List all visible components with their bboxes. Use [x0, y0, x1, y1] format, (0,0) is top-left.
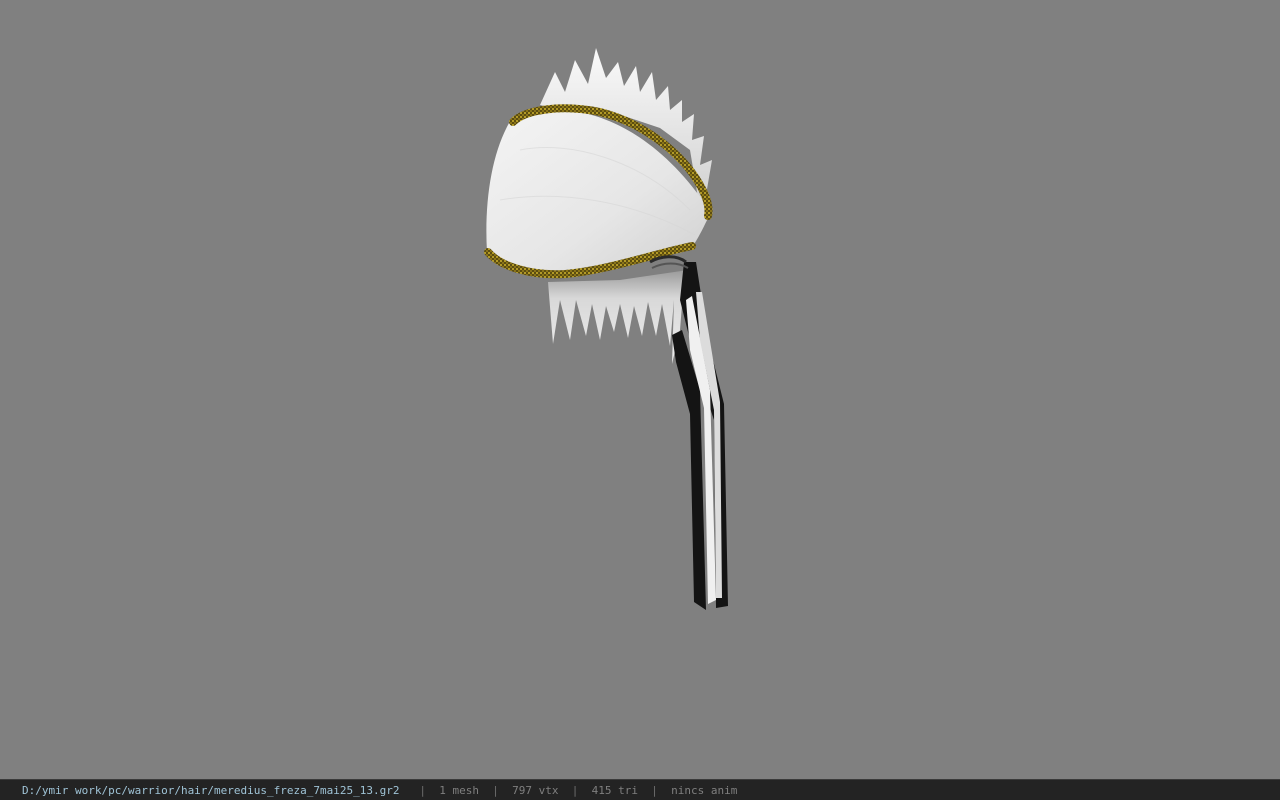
animation-info: nincs anim [671, 783, 738, 797]
status-bar: D:/ymir work/pc/warrior/hair/meredius_fr… [0, 779, 1280, 800]
hair-bangs [548, 270, 688, 364]
status-separator: | [571, 783, 579, 797]
model-render[interactable] [0, 0, 1280, 779]
status-separator: | [419, 783, 426, 797]
status-separator: | [492, 783, 499, 797]
file-path: D:/ymir work/pc/warrior/hair/meredius_fr… [22, 783, 400, 797]
status-separator: | [651, 783, 658, 797]
triangle-count: 415 tri [591, 783, 638, 797]
3d-viewport[interactable] [0, 0, 1280, 779]
vertex-count: 797 vtx [512, 783, 559, 797]
mesh-count: 1 mesh [439, 783, 479, 797]
ribbon-clasp [649, 255, 689, 269]
